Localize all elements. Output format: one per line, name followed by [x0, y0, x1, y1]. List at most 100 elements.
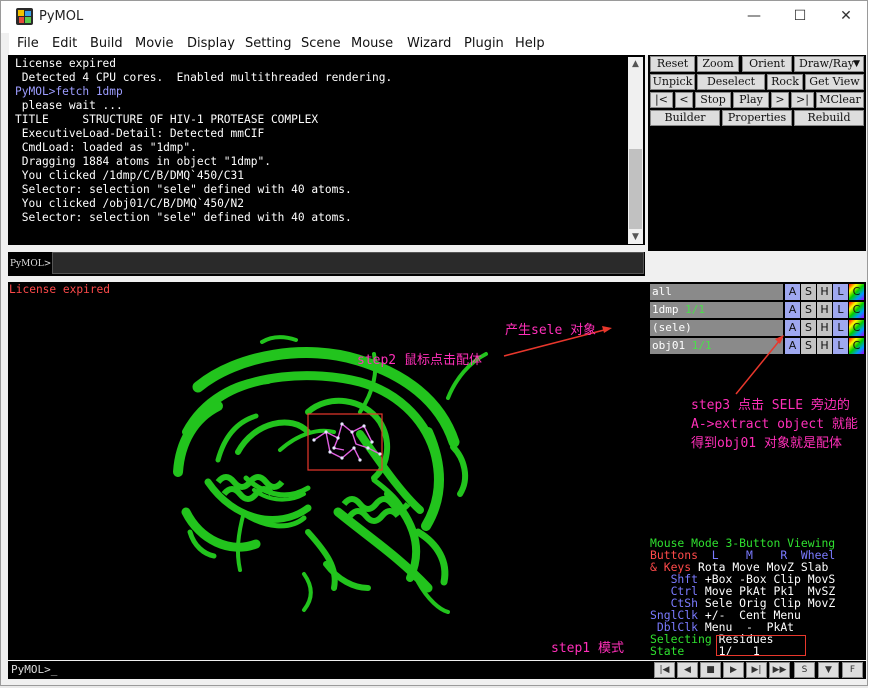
next-frame-button[interactable]: > — [771, 92, 789, 108]
object-name[interactable]: all — [650, 284, 783, 300]
output-line: You clicked /obj01/C/B/DMQ`450/N2 — [15, 197, 245, 210]
object-name[interactable]: obj01 1/1 — [650, 338, 783, 354]
prev-frame-button[interactable]: < — [675, 92, 693, 108]
stop-movie-button[interactable]: ■ — [700, 662, 721, 678]
color-menu-button[interactable]: C — [849, 284, 864, 300]
scene-button[interactable]: S — [794, 662, 815, 678]
menu-build[interactable]: Build — [90, 36, 123, 51]
color-menu-button[interactable]: C — [849, 338, 864, 354]
play-button[interactable]: Play — [733, 92, 769, 108]
output-line: Dragging 1884 atoms in object "1dmp". — [15, 155, 271, 168]
dropdown-arrow-icon: ▼ — [853, 59, 860, 69]
hide-menu-button[interactable]: H — [817, 338, 832, 354]
action-menu-button[interactable]: A — [785, 284, 800, 300]
menu-mouse[interactable]: Mouse — [351, 36, 393, 51]
object-name[interactable]: (sele) — [650, 320, 783, 336]
menu-file[interactable]: File — [17, 36, 39, 51]
menu-edit[interactable]: Edit — [52, 36, 77, 51]
get-view-button[interactable]: Get View — [805, 74, 864, 90]
label-menu-button[interactable]: L — [833, 338, 848, 354]
draw-ray-button[interactable]: Draw/Ray ▼ — [794, 56, 864, 72]
output-line: TITLE STRUCTURE OF HIV-1 PROTEASE COMPLE… — [15, 113, 319, 126]
show-menu-button[interactable]: S — [801, 338, 816, 354]
menu-scene[interactable]: Scene — [301, 36, 341, 51]
maximize-button[interactable]: ☐ — [777, 1, 823, 31]
last-frame-button[interactable]: >| — [791, 92, 814, 108]
rewind-button[interactable]: |◀ — [654, 662, 675, 678]
color-menu-button[interactable]: C — [849, 302, 864, 318]
action-menu-button[interactable]: A — [785, 302, 800, 318]
action-menu-button[interactable]: A — [785, 320, 800, 336]
menu-setting[interactable]: Setting — [245, 36, 292, 51]
pymol-logo-icon — [16, 8, 33, 25]
step-back-button[interactable]: ◀ — [677, 662, 698, 678]
scroll-up-icon[interactable]: ▲ — [628, 57, 643, 71]
molecule-viewer[interactable]: License expired 产生sele 对象 step2 鼠标点击配体 s… — [8, 282, 648, 660]
output-line: ExecutiveLoad-Detail: Detected mmCIF — [15, 127, 265, 140]
scrollbar-thumb[interactable] — [629, 149, 642, 229]
output-scrollbar[interactable]: ▲ ▼ — [628, 57, 643, 244]
output-line: please wait ... — [15, 99, 123, 112]
play-movie-button[interactable]: ▶ — [723, 662, 744, 678]
scene-menu-button[interactable]: ▼ — [818, 662, 839, 678]
action-menu-button[interactable]: A — [785, 338, 800, 354]
label-menu-button[interactable]: L — [833, 284, 848, 300]
show-menu-button[interactable]: S — [801, 284, 816, 300]
viewer-command-line[interactable]: PyMOL>_ — [8, 661, 648, 679]
properties-button[interactable]: Properties — [722, 110, 792, 126]
stop-button[interactable]: Stop — [695, 92, 731, 108]
command-input[interactable] — [52, 252, 644, 274]
annotation-sele-object: 产生sele 对象 — [505, 323, 597, 338]
window-title: PyMOL — [39, 9, 84, 24]
output-line: License expired — [15, 57, 117, 70]
command-prompt-label: PyMOL> — [10, 259, 52, 269]
menu-wizard[interactable]: Wizard — [407, 36, 451, 51]
end-button[interactable]: ▶| — [746, 662, 767, 678]
output-line: CmdLoad: loaded as "1dmp". — [15, 141, 197, 154]
menu-movie[interactable]: Movie — [135, 36, 173, 51]
hide-menu-button[interactable]: H — [817, 302, 832, 318]
fast-forward-button[interactable]: ▶▶ — [769, 662, 790, 678]
title-bar: PyMOL — ☐ ✕ — [1, 1, 867, 33]
deselect-button[interactable]: Deselect — [697, 74, 765, 90]
full-screen-button[interactable]: F — [842, 662, 863, 678]
color-menu-button[interactable]: C — [849, 320, 864, 336]
rock-button[interactable]: Rock — [767, 74, 803, 90]
minimize-button[interactable]: — — [731, 1, 777, 31]
menu-display[interactable]: Display — [187, 36, 235, 51]
hide-menu-button[interactable]: H — [817, 284, 832, 300]
scroll-down-icon[interactable]: ▼ — [628, 230, 643, 244]
builder-button[interactable]: Builder — [650, 110, 720, 126]
rebuild-button[interactable]: Rebuild — [794, 110, 864, 126]
selecting-residues-highlight — [716, 635, 806, 656]
label-menu-button[interactable]: L — [833, 320, 848, 336]
background-window-edge — [868, 0, 876, 688]
mclear-button[interactable]: MClear — [816, 92, 864, 108]
reset-button[interactable]: Reset — [650, 56, 695, 72]
control-button-panel: Reset Zoom Orient Draw/Ray ▼ Unpick Desel… — [648, 55, 866, 251]
object-name[interactable]: 1dmp 1/1 — [650, 302, 783, 318]
command-bar: PyMOL> — [8, 252, 645, 276]
first-frame-button[interactable]: |< — [650, 92, 673, 108]
object-row-all[interactable]: all ASHLC — [650, 284, 866, 300]
output-line: Selector: selection "sele" defined with … — [15, 183, 352, 196]
hide-menu-button[interactable]: H — [817, 320, 832, 336]
annotation-step2: step2 鼠标点击配体 — [357, 353, 482, 368]
object-row-1dmp[interactable]: 1dmp 1/1 ASHLC — [650, 302, 866, 318]
unpick-button[interactable]: Unpick — [650, 74, 695, 90]
object-row-obj01[interactable]: obj01 1/1 ASHLC — [650, 338, 866, 354]
label-menu-button[interactable]: L — [833, 302, 848, 318]
zoom-button[interactable]: Zoom — [697, 56, 739, 72]
object-row-sele[interactable]: (sele) ASHLC — [650, 320, 866, 336]
show-menu-button[interactable]: S — [801, 302, 816, 318]
menu-bar: File Edit Build Movie Display Setting Sc… — [9, 33, 867, 55]
orient-button[interactable]: Orient — [742, 56, 792, 72]
output-line: Selector: selection "sele" defined with … — [15, 211, 352, 224]
output-log: License expired Detected 4 CPU cores. En… — [8, 55, 645, 245]
output-line: Detected 4 CPU cores. Enabled multithrea… — [15, 71, 393, 84]
close-button[interactable]: ✕ — [823, 1, 869, 31]
draw-ray-label: Draw/Ray — [799, 57, 855, 70]
show-menu-button[interactable]: S — [801, 320, 816, 336]
menu-help[interactable]: Help — [515, 36, 545, 51]
menu-plugin[interactable]: Plugin — [464, 36, 504, 51]
